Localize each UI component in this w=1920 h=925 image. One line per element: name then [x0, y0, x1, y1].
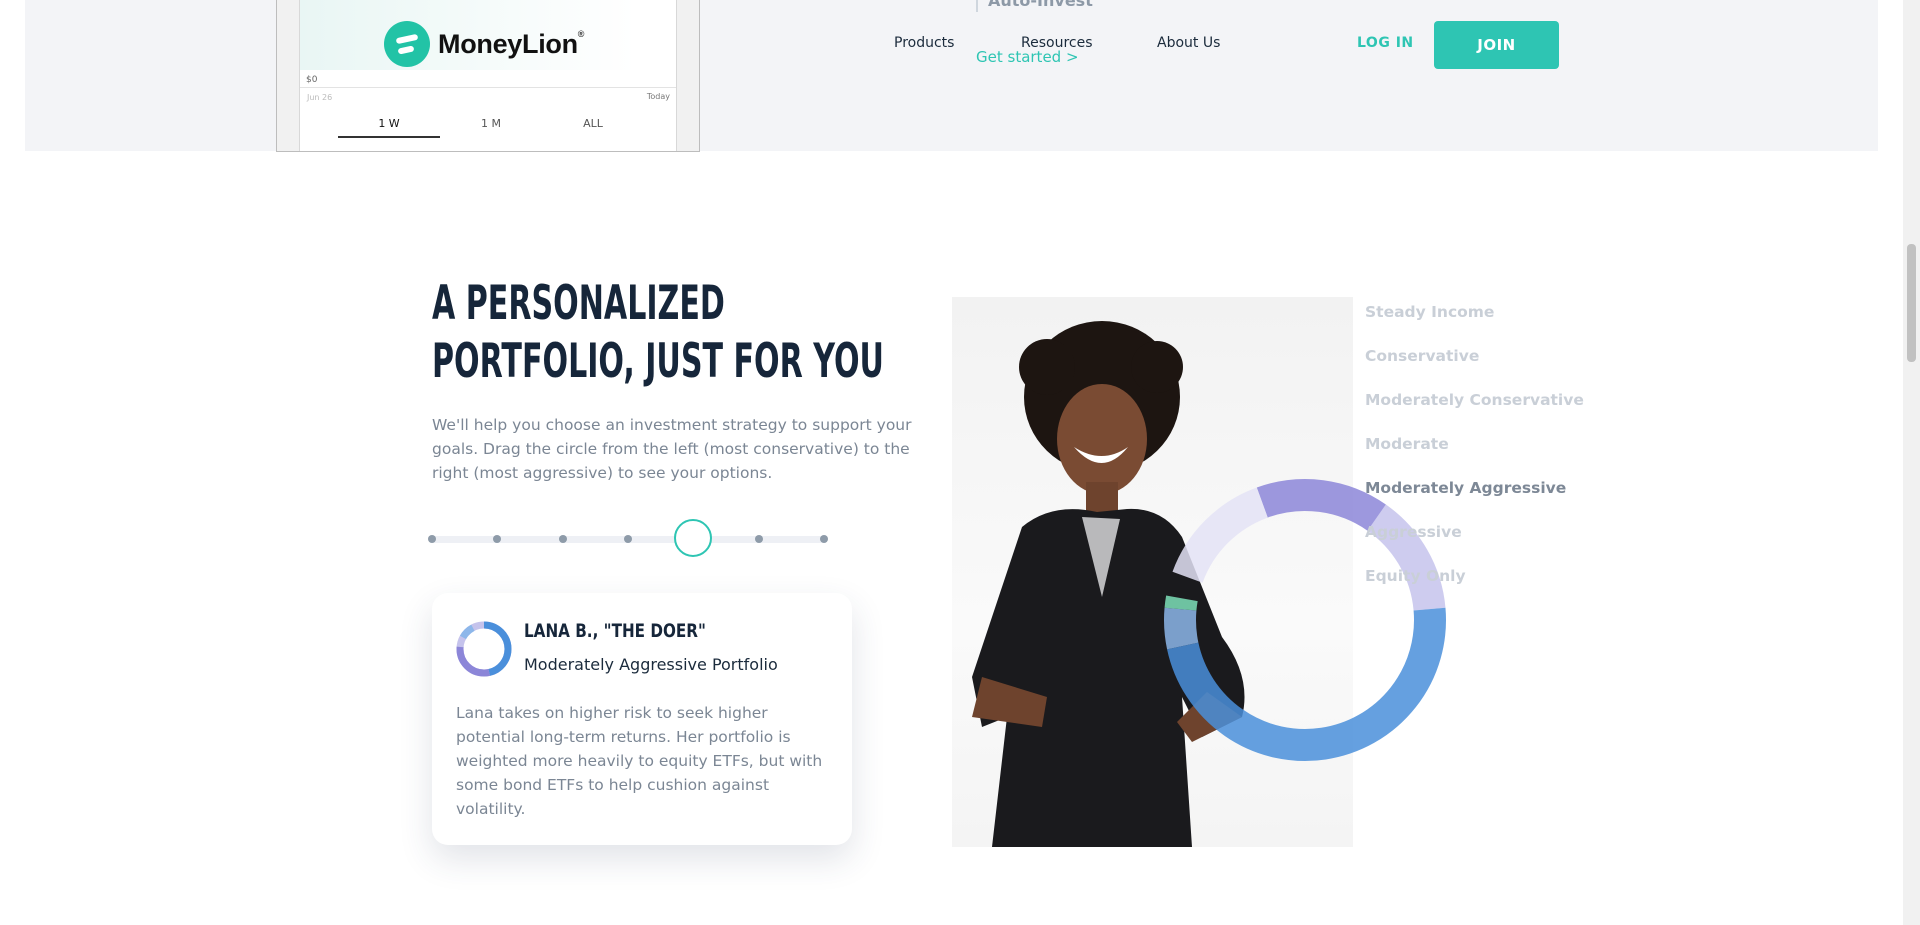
slider-stop[interactable]: [493, 535, 501, 543]
phone-screen: MoneyLion® $0 Jun 26 Today 1 W 1 M ALL: [299, 0, 677, 151]
section-intro: We'll help you choose an investment stra…: [432, 416, 912, 482]
slider-stop[interactable]: [820, 535, 828, 543]
option-steady-income[interactable]: Steady Income: [1365, 300, 1584, 344]
donut-segment: [1164, 595, 1198, 611]
slider-stop[interactable]: [559, 535, 567, 543]
scrollbar-thumb[interactable]: [1907, 244, 1916, 362]
chart-start-date: Jun 26: [307, 93, 333, 102]
slider-handle[interactable]: [674, 519, 712, 557]
section-title: A PERSONALIZED PORTFOLIO, JUST FOR YOU: [432, 276, 884, 389]
auto-invest-heading: Auto-Invest: [976, 0, 1093, 12]
join-button[interactable]: JOIN: [1434, 21, 1559, 69]
option-moderate[interactable]: Moderate: [1365, 432, 1584, 476]
portfolio-card: LANA B., "THE DOER" Moderately Aggressiv…: [432, 593, 852, 845]
tab-1m[interactable]: 1 M: [440, 117, 542, 138]
nav-products[interactable]: Products: [894, 35, 954, 51]
persona-name: LANA B., "THE DOER": [524, 620, 706, 642]
donut-segment: [1256, 479, 1386, 531]
portfolio-donut-icon: [456, 621, 512, 677]
slider-stop[interactable]: [624, 535, 632, 543]
brand-name: MoneyLion®: [438, 28, 585, 59]
donut-segment: [1172, 487, 1269, 584]
option-aggressive[interactable]: Aggressive: [1365, 520, 1584, 564]
page-scrollbar[interactable]: [1903, 0, 1920, 925]
nav-about-us[interactable]: About Us: [1157, 35, 1220, 51]
chart-axis-line: [300, 87, 676, 88]
chart-end-date: Today: [646, 92, 670, 101]
phone-mockup: MoneyLion® $0 Jun 26 Today 1 W 1 M ALL: [276, 0, 700, 152]
donut-segment: [1164, 607, 1199, 650]
option-equity-only[interactable]: Equity Only: [1365, 564, 1584, 608]
get-started-link[interactable]: Get started >: [976, 48, 1079, 66]
option-moderately-aggressive[interactable]: Moderately Aggressive: [1365, 476, 1584, 520]
login-link[interactable]: LOG IN: [1357, 35, 1414, 51]
portfolio-description: Lana takes on higher risk to seek higher…: [456, 704, 823, 818]
range-tabs: 1 W 1 M ALL: [338, 117, 644, 138]
tab-1w[interactable]: 1 W: [338, 117, 440, 138]
option-conservative[interactable]: Conservative: [1365, 344, 1584, 388]
slider-stop[interactable]: [428, 535, 436, 543]
chart-axis-value: $0: [306, 75, 318, 85]
portfolio-type: Moderately Aggressive Portfolio: [524, 655, 778, 674]
lion-logo-icon: [384, 21, 430, 67]
moneylion-logo: MoneyLion®: [384, 21, 584, 67]
slider-stop[interactable]: [755, 535, 763, 543]
donut-segment: [1167, 607, 1446, 761]
risk-slider[interactable]: [428, 519, 828, 557]
option-moderately-conservative[interactable]: Moderately Conservative: [1365, 388, 1584, 432]
tab-all[interactable]: ALL: [542, 117, 644, 138]
portfolio-options: Steady Income Conservative Moderately Co…: [1365, 300, 1584, 608]
